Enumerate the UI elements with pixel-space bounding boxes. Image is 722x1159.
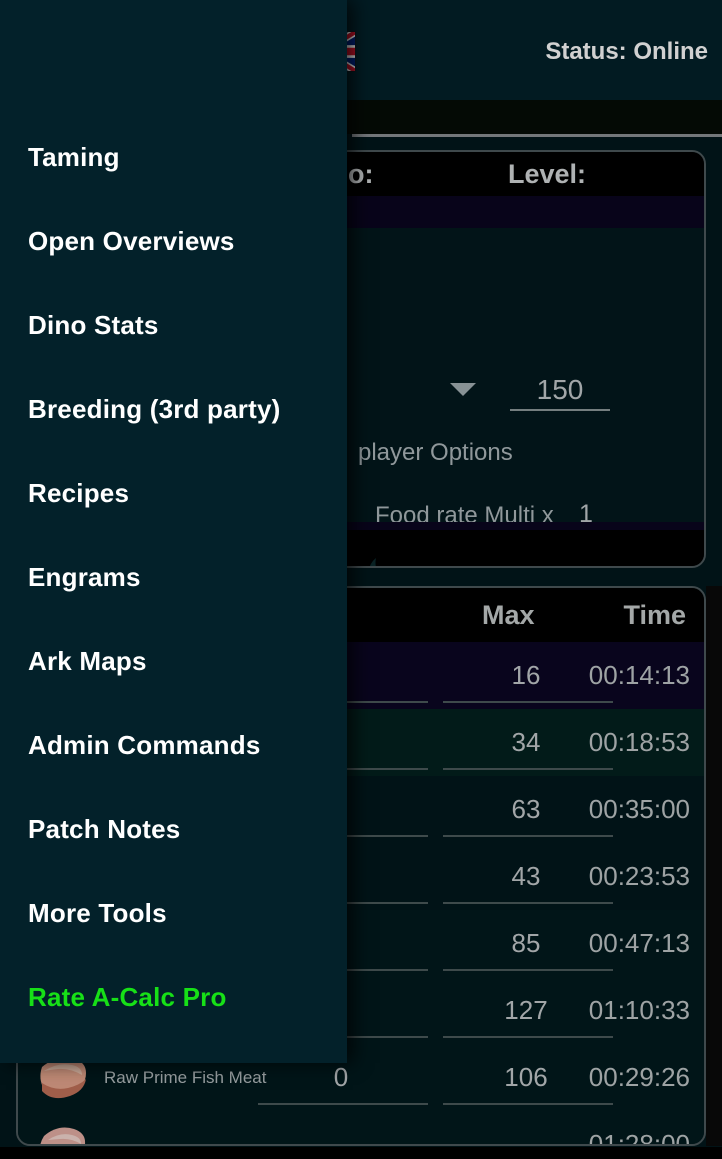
sidebar-item-taming[interactable]: Taming [0,115,347,199]
banner-divider [352,134,722,137]
sidebar-item-label: Dino Stats [28,309,159,340]
level-input-underline [510,409,610,411]
cell-time: 01:28:00 [588,1129,690,1146]
sidebar-item-label: Rate A-Calc Pro [28,981,227,1012]
dino-header-label: o: [348,158,374,189]
player-options-label: player Options [358,439,513,466]
chevron-down-icon[interactable] [450,383,476,396]
sidebar-item-label: Ark Maps [28,645,147,676]
sidebar-item-dino-stats[interactable]: Dino Stats [0,283,347,367]
snow-owl-creature-image [370,558,376,566]
level-input[interactable]: 150 [510,374,610,406]
navigation-drawer: Taming Open Overviews Dino Stats Breedin… [0,0,347,1063]
sidebar-item-patch-notes[interactable]: Patch Notes [0,787,347,871]
sidebar-item-label: Engrams [28,561,141,592]
cell-food-name: Raw Prime Fish Meat [104,1068,267,1087]
cell-time: 00:47:13 [588,928,690,958]
sidebar-item-rate-a-calc-pro[interactable]: Rate A-Calc Pro [0,955,347,1039]
sidebar-item-label: Admin Commands [28,729,261,760]
cell-time: 00:23:53 [588,861,690,891]
cell-value[interactable]: 0 [251,1062,431,1093]
cell-underline [443,902,613,904]
bottom-strip [0,1147,722,1159]
table-row[interactable]: 01:28:00 [18,1111,704,1146]
cell-time: 00:18:53 [588,727,690,757]
cell-time: 00:29:26 [588,1062,690,1092]
cell-time: 01:10:33 [588,995,690,1025]
sidebar-item-breeding[interactable]: Breeding (3rd party) [0,367,347,451]
cell-time: 00:35:00 [588,794,690,824]
sidebar-item-label: Breeding (3rd party) [28,393,281,424]
sidebar-item-label: Patch Notes [28,813,181,844]
sidebar-item-open-overviews[interactable]: Open Overviews [0,199,347,283]
sidebar-item-more-tools[interactable]: More Tools [0,871,347,955]
column-header-max: Max [482,600,535,630]
cell-underline [443,701,613,703]
sidebar-item-label: Taming [28,141,120,172]
cell-underline [443,1036,613,1038]
level-header-label: Level: [508,158,587,189]
cell-underline [443,969,613,971]
sidebar-item-label: Open Overviews [28,225,235,256]
cell-underline [443,1103,613,1105]
cell-time: 00:14:13 [588,660,690,690]
cell-underline [443,768,613,770]
cell-underline [443,835,613,837]
sidebar-item-ark-maps[interactable]: Ark Maps [0,619,347,703]
table-right-gutter [706,586,722,1146]
sidebar-item-label: Recipes [28,477,130,508]
sidebar-item-admin-commands[interactable]: Admin Commands [0,703,347,787]
drawer-header [0,0,347,100]
status-badge: Status: Online [545,38,708,65]
raw-meat-icon [40,1127,86,1144]
sidebar-item-label: More Tools [28,897,167,928]
cell-underline [258,1103,428,1105]
app-screen: o: Level: 150 player Options Food rate M… [0,0,722,1159]
column-header-time: Time [623,600,686,630]
sidebar-item-engrams[interactable]: Engrams [0,535,347,619]
sidebar-item-recipes[interactable]: Recipes [0,451,347,535]
